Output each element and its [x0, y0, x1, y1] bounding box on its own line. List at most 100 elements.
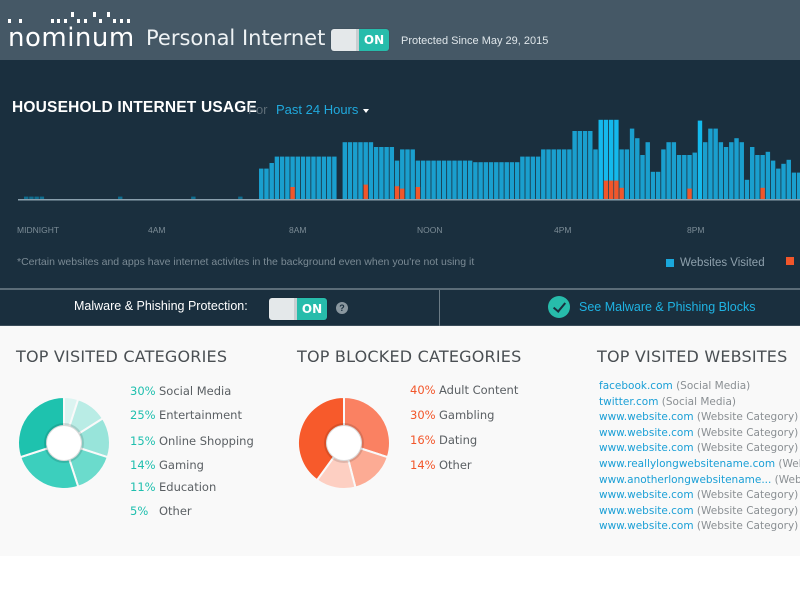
bar-websites-visited[interactable]: [358, 142, 363, 199]
bar-websites-visited[interactable]: [34, 196, 39, 199]
bar-websites-visited[interactable]: [478, 162, 483, 199]
bar-websites-visited[interactable]: [39, 196, 45, 199]
bar-websites-visited[interactable]: [734, 138, 739, 199]
bar-websites-visited[interactable]: [624, 149, 630, 199]
bar-websites-visited[interactable]: [749, 147, 755, 199]
bar-websites-visited[interactable]: [306, 156, 311, 199]
bar-websites-visited[interactable]: [279, 156, 285, 199]
bar-websites-visited[interactable]: [556, 149, 562, 199]
bar-websites-visited[interactable]: [561, 149, 567, 199]
bar-websites-visited[interactable]: [462, 160, 468, 199]
bar-websites-visited[interactable]: [379, 147, 384, 199]
bar-websites-visited[interactable]: [321, 156, 327, 199]
bar-websites-visited[interactable]: [29, 196, 34, 199]
bar-websites-visited[interactable]: [326, 156, 332, 199]
bar-websites-visited[interactable]: [353, 142, 358, 199]
bar-websites-visited[interactable]: [441, 160, 447, 199]
bar-websites-visited[interactable]: [368, 142, 374, 199]
bar-websites-visited[interactable]: [373, 147, 379, 199]
website-link[interactable]: www.website.com: [599, 442, 694, 454]
bar-websites-visited[interactable]: [259, 168, 264, 199]
bar-blocked[interactable]: [603, 180, 609, 199]
bar-websites-visited[interactable]: [473, 162, 478, 199]
bar-websites-visited[interactable]: [24, 196, 29, 199]
bar-websites-visited[interactable]: [405, 149, 410, 199]
bar-websites-visited[interactable]: [504, 162, 509, 199]
bar-websites-visited[interactable]: [697, 120, 703, 199]
bar-websites-visited[interactable]: [739, 142, 744, 199]
bar-websites-visited[interactable]: [494, 162, 499, 199]
bar-blocked[interactable]: [608, 180, 614, 199]
website-link[interactable]: www.website.com: [599, 505, 694, 517]
bar-websites-visited[interactable]: [384, 147, 389, 199]
bar-websites-visited[interactable]: [541, 149, 546, 199]
website-link[interactable]: www.website.com: [599, 489, 694, 501]
bar-websites-visited[interactable]: [655, 171, 661, 199]
bar-websites-visited[interactable]: [713, 128, 718, 199]
bar-blocked[interactable]: [394, 186, 400, 199]
bar-websites-visited[interactable]: [786, 159, 791, 199]
bar-websites-visited[interactable]: [781, 163, 786, 199]
bar-websites-visited[interactable]: [300, 156, 306, 199]
website-link[interactable]: www.website.com: [599, 411, 694, 423]
bar-websites-visited[interactable]: [467, 160, 473, 199]
bar-websites-visited[interactable]: [514, 162, 520, 199]
bar-websites-visited[interactable]: [525, 156, 530, 199]
malware-protection-toggle[interactable]: ON: [269, 298, 327, 320]
bar-websites-visited[interactable]: [426, 160, 431, 199]
bar-websites-visited[interactable]: [702, 142, 708, 199]
bar-websites-visited[interactable]: [420, 160, 426, 199]
bar-websites-visited[interactable]: [635, 138, 640, 199]
bar-websites-visited[interactable]: [598, 119, 603, 199]
bar-websites-visited[interactable]: [676, 155, 682, 199]
bar-websites-visited[interactable]: [483, 162, 489, 199]
help-icon[interactable]: ?: [336, 302, 348, 314]
bar-websites-visited[interactable]: [410, 149, 415, 199]
bar-websites-visited[interactable]: [593, 149, 598, 199]
bar-websites-visited[interactable]: [666, 142, 671, 199]
bar-websites-visited[interactable]: [530, 156, 536, 199]
website-link[interactable]: www.reallylongwebsitename.com: [599, 458, 775, 470]
bar-websites-visited[interactable]: [645, 142, 650, 199]
bar-websites-visited[interactable]: [588, 131, 593, 199]
website-link[interactable]: facebook.com: [599, 380, 673, 392]
bar-blocked[interactable]: [619, 187, 624, 199]
bar-websites-visited[interactable]: [765, 151, 771, 199]
bar-websites-visited[interactable]: [447, 160, 452, 199]
bar-blocked[interactable]: [363, 184, 368, 199]
website-link[interactable]: www.website.com: [599, 427, 694, 439]
see-malware-blocks-link[interactable]: See Malware & Phishing Blocks: [548, 296, 755, 318]
bar-websites-visited[interactable]: [776, 168, 781, 199]
personal-internet-toggle[interactable]: ON: [331, 29, 389, 51]
bar-websites-visited[interactable]: [551, 149, 556, 199]
bar-blocked[interactable]: [760, 187, 765, 199]
time-range-dropdown[interactable]: Past 24 Hours: [276, 102, 370, 117]
bar-websites-visited[interactable]: [295, 156, 301, 199]
bar-websites-visited[interactable]: [431, 160, 436, 199]
bar-websites-visited[interactable]: [729, 142, 734, 199]
bar-blocked[interactable]: [415, 187, 421, 199]
bar-websites-visited[interactable]: [692, 152, 697, 199]
bar-websites-visited[interactable]: [342, 142, 348, 199]
website-link[interactable]: www.website.com: [599, 520, 694, 532]
bar-websites-visited[interactable]: [436, 160, 442, 199]
bar-websites-visited[interactable]: [791, 172, 797, 199]
bar-websites-visited[interactable]: [755, 155, 760, 199]
bar-websites-visited[interactable]: [264, 168, 269, 199]
bar-websites-visited[interactable]: [718, 142, 724, 199]
bar-blocked[interactable]: [687, 188, 692, 199]
bar-websites-visited[interactable]: [629, 128, 635, 199]
bar-websites-visited[interactable]: [332, 156, 337, 199]
bar-websites-visited[interactable]: [640, 155, 645, 199]
bar-websites-visited[interactable]: [311, 156, 316, 199]
bar-websites-visited[interactable]: [274, 156, 280, 199]
bar-websites-visited[interactable]: [567, 149, 572, 199]
bar-websites-visited[interactable]: [770, 160, 776, 199]
bar-websites-visited[interactable]: [546, 149, 551, 199]
bar-websites-visited[interactable]: [285, 156, 290, 199]
website-link[interactable]: twitter.com: [599, 396, 658, 408]
bar-websites-visited[interactable]: [661, 149, 666, 199]
bar-websites-visited[interactable]: [682, 155, 687, 199]
bar-websites-visited[interactable]: [577, 131, 583, 199]
bar-websites-visited[interactable]: [488, 162, 494, 199]
